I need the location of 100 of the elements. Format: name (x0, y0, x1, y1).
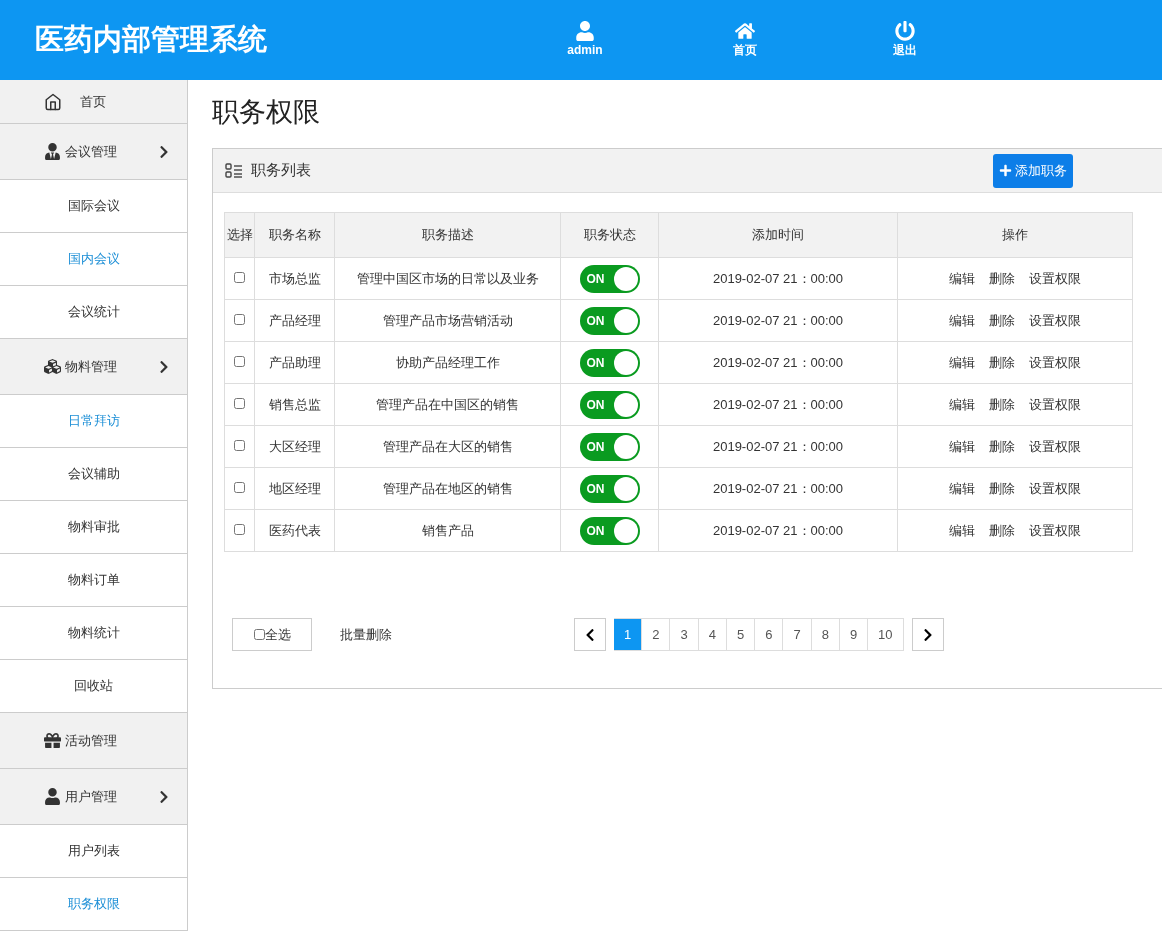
action-link[interactable]: 设置权限 (1029, 394, 1081, 415)
sidebar-item[interactable]: 会议辅助 (0, 448, 187, 501)
sidebar-item[interactable]: 物料统计 (0, 607, 187, 660)
table-cell: 市场总监 (254, 257, 335, 300)
sidebar-section-label: 活动管理 (65, 731, 117, 750)
action-link[interactable]: 删除 (989, 268, 1015, 289)
list-icon (225, 162, 243, 179)
row-checkbox[interactable] (234, 271, 245, 283)
action-link[interactable]: 设置权限 (1029, 352, 1081, 373)
page-button[interactable]: 10 (868, 618, 904, 651)
action-link[interactable]: 编辑 (949, 478, 975, 499)
sidebar-section-label: 用户管理 (65, 787, 117, 806)
table-cell: 2019-02-07 21：00:00 (658, 341, 898, 384)
action-link[interactable]: 设置权限 (1029, 436, 1081, 457)
add-role-button[interactable]: 添加职务 (993, 153, 1073, 188)
table-cell: 2019-02-07 21：00:00 (658, 383, 898, 426)
sidebar-section[interactable]: 会议管理 (0, 124, 187, 180)
action-link[interactable]: 删除 (989, 394, 1015, 415)
previous-page-button[interactable] (574, 618, 606, 651)
action-link[interactable]: 设置权限 (1029, 520, 1081, 541)
row-checkbox[interactable] (234, 313, 245, 325)
table-cell: 2019-02-07 21：00:00 (658, 425, 898, 468)
sidebar-item[interactable]: 用户列表 (0, 825, 187, 878)
panel-title: 职务列表 (251, 160, 311, 181)
select-all-control[interactable]: 全选 (232, 618, 312, 651)
action-link[interactable]: 删除 (989, 436, 1015, 457)
action-link[interactable]: 设置权限 (1029, 478, 1081, 499)
sidebar-section[interactable]: 活动管理 (0, 713, 187, 769)
column-header: 添加时间 (658, 212, 898, 258)
table-cell: 管理中国区市场的日常以及业务 (334, 257, 561, 300)
sidebar-section[interactable]: 首页 (0, 80, 187, 124)
sidebar-item[interactable]: 国内会议 (0, 233, 187, 286)
action-link[interactable]: 编辑 (949, 394, 975, 415)
plus-icon (999, 164, 1012, 177)
sidebar-section-label: 会议管理 (65, 142, 117, 161)
batch-delete-button[interactable]: 批量删除 (340, 624, 392, 645)
table-cell: 地区经理 (254, 467, 335, 510)
page-button[interactable]: 2 (642, 618, 671, 651)
action-link[interactable]: 编辑 (949, 310, 975, 331)
table-cell: 2019-02-07 21：00:00 (658, 509, 898, 552)
row-checkbox[interactable] (234, 439, 245, 451)
status-toggle[interactable]: ON (579, 432, 640, 461)
action-link[interactable]: 设置权限 (1029, 268, 1081, 289)
select-all-checkbox[interactable] (253, 629, 265, 640)
sidebar-section[interactable]: 用户管理 (0, 769, 187, 825)
cube-icon (44, 358, 61, 375)
sidebar-item[interactable]: 国际会议 (0, 180, 187, 233)
table-cell: 管理产品在中国区的销售 (334, 383, 561, 426)
action-link[interactable]: 删除 (989, 478, 1015, 499)
sidebar-item[interactable]: 物料订单 (0, 554, 187, 607)
action-link[interactable]: 删除 (989, 310, 1015, 331)
table-cell: 2019-02-07 21：00:00 (658, 257, 898, 300)
table-cell: 2019-02-07 21：00:00 (658, 299, 898, 342)
page-button[interactable]: 9 (839, 618, 869, 651)
house-icon (44, 92, 62, 111)
action-link[interactable]: 删除 (989, 352, 1015, 373)
action-link[interactable]: 编辑 (949, 268, 975, 289)
table-cell: 管理产品在地区的销售 (334, 467, 561, 510)
sidebar-item[interactable]: 物料审批 (0, 501, 187, 554)
table-cell: 医药代表 (254, 509, 335, 552)
row-checkbox[interactable] (234, 523, 245, 535)
action-link[interactable]: 设置权限 (1029, 310, 1081, 331)
status-toggle[interactable]: ON (579, 516, 640, 545)
table-cell: 2019-02-07 21：00:00 (658, 467, 898, 510)
sidebar-item[interactable]: 日常拜访 (0, 395, 187, 448)
status-toggle[interactable]: ON (579, 306, 640, 335)
sidebar-item[interactable]: 职务权限 (0, 878, 187, 931)
action-link[interactable]: 编辑 (949, 520, 975, 541)
table-cell: 大区经理 (254, 425, 335, 468)
sidebar-section-label: 首页 (80, 92, 106, 111)
house-icon (735, 21, 755, 41)
page-button[interactable]: 7 (783, 618, 812, 651)
page-button[interactable]: 8 (811, 618, 840, 651)
table-cell: 产品经理 (254, 299, 335, 342)
page-button[interactable]: 4 (698, 618, 727, 651)
status-toggle[interactable]: ON (579, 474, 640, 503)
action-link[interactable]: 编辑 (949, 352, 975, 373)
status-toggle[interactable]: ON (579, 348, 640, 377)
page-title: 职务权限 (212, 95, 321, 129)
table-cell: 管理产品市场营销活动 (334, 299, 561, 342)
table-cell: 销售产品 (334, 509, 561, 552)
column-header: 操作 (897, 212, 1133, 258)
action-link[interactable]: 编辑 (949, 436, 975, 457)
status-toggle[interactable]: ON (579, 390, 640, 419)
action-link[interactable]: 删除 (989, 520, 1015, 541)
page-button[interactable]: 3 (670, 618, 699, 651)
table-cell: 管理产品在大区的销售 (334, 425, 561, 468)
page-button[interactable]: 6 (755, 618, 784, 651)
row-checkbox[interactable] (234, 481, 245, 493)
user-icon (575, 21, 595, 41)
table-cell: 协助产品经理工作 (334, 341, 561, 384)
status-toggle[interactable]: ON (579, 264, 640, 293)
row-checkbox[interactable] (234, 397, 245, 409)
gift-icon (44, 732, 61, 749)
meeting-icon (44, 143, 61, 160)
row-checkbox[interactable] (234, 355, 245, 367)
sidebar-section[interactable]: 物料管理 (0, 339, 187, 395)
page-button[interactable]: 5 (726, 618, 756, 651)
next-page-button[interactable] (911, 618, 944, 651)
column-header: 选择 (224, 212, 255, 258)
